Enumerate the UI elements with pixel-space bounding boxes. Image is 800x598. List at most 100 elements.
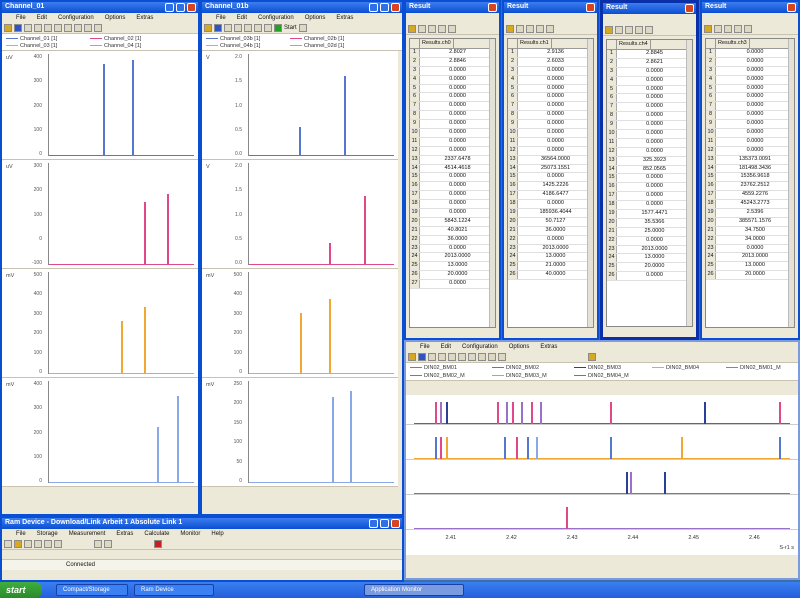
result-grid-window[interactable]: Result Results.ch0 1 2.8027 2 2.8846 3 0.0000 4 0… [404, 0, 501, 340]
table-row[interactable]: 27 0.0000 [410, 280, 495, 290]
table-row[interactable]: 12 0.0000 [508, 146, 593, 156]
table-row[interactable]: 16 0.0000 [410, 182, 495, 192]
menu-monitor[interactable]: Monitor [180, 531, 200, 537]
table-row[interactable]: 2 2.8621 [607, 58, 692, 68]
menu-edit[interactable]: Edit [37, 15, 47, 21]
table-row[interactable]: 15 0.0000 [607, 174, 692, 184]
save-icon[interactable] [714, 24, 722, 33]
save-icon[interactable] [214, 23, 222, 32]
table-row[interactable]: 14 852.0565 [607, 165, 692, 175]
maximize-button[interactable] [380, 3, 389, 12]
table-row[interactable]: 9 0.0000 [508, 120, 593, 130]
open-icon[interactable] [14, 539, 22, 548]
play-icon[interactable] [274, 23, 282, 32]
print-icon[interactable] [635, 25, 643, 34]
data-grid[interactable]: Results.ch0 1 2.8027 2 2.8846 3 0.0000 4 0.0000 5… [409, 38, 496, 328]
table-row[interactable]: 12 0.0000 [607, 147, 692, 157]
table-row[interactable]: 11 0.0000 [706, 137, 794, 147]
table-row[interactable]: 8 0.0000 [410, 111, 495, 121]
table-row[interactable]: 14 4514.4618 [410, 164, 495, 174]
menu-options[interactable]: Options [509, 344, 530, 350]
table-row[interactable]: 5 0.0000 [410, 84, 495, 94]
table-row[interactable]: 19 185936.4044 [508, 209, 593, 218]
result-grid-window[interactable]: Result Results.ch3 1 0.0000 2 0.0000 3 0.0000 4 0… [700, 0, 800, 340]
menu-configuration[interactable]: Configuration [258, 15, 294, 21]
table-row[interactable]: 23 0.0000 [410, 244, 495, 254]
table-row[interactable]: 5 0.0000 [706, 84, 794, 94]
undo-icon[interactable] [34, 539, 42, 548]
undo-icon[interactable] [546, 24, 554, 33]
title-bar[interactable]: Channel_01 [2, 2, 198, 13]
table-row[interactable]: 24 13.0000 [607, 254, 692, 264]
open-icon[interactable] [4, 23, 12, 32]
pause-icon[interactable] [104, 539, 112, 548]
table-row[interactable]: 12 0.0000 [706, 146, 794, 156]
timing-window[interactable]: File Edit Configuration Options Extras DIN02… [404, 340, 800, 580]
print-icon[interactable] [438, 24, 446, 33]
cursor-icon[interactable] [44, 23, 52, 32]
table-row[interactable]: 2 2.8846 [410, 57, 495, 67]
menu-file[interactable]: File [16, 531, 26, 537]
table-row[interactable]: 16 23762.2512 [706, 182, 794, 192]
table-row[interactable]: 16 1425.2226 [508, 182, 593, 192]
save-icon[interactable] [418, 352, 426, 361]
table-row[interactable]: 20 5843.1224 [410, 217, 495, 227]
data-grid[interactable]: Results.ch4 1 2.8845 2 2.8621 3 0.0000 4 0.0000 5… [606, 39, 693, 327]
channel-plot[interactable]: uV 400 300 200 100 0 [2, 51, 198, 160]
close-button[interactable] [685, 4, 694, 13]
table-row[interactable]: 14 181498.3436 [706, 164, 794, 174]
table-row[interactable]: 12 0.0000 [410, 146, 495, 156]
table-row[interactable]: 26 20.0000 [410, 271, 495, 281]
close-button[interactable] [488, 3, 497, 12]
table-row[interactable]: 3 0.0000 [607, 67, 692, 77]
save-icon[interactable] [615, 25, 623, 34]
table-row[interactable]: 6 0.0000 [706, 93, 794, 103]
settings-icon[interactable] [54, 539, 62, 548]
table-row[interactable]: 24 2013.0000 [706, 253, 794, 263]
save-icon[interactable] [14, 23, 22, 32]
table-row[interactable]: 18 45243.2773 [706, 200, 794, 210]
table-row[interactable]: 25 13.0000 [706, 262, 794, 272]
table-row[interactable]: 8 0.0000 [706, 111, 794, 121]
undo-icon[interactable] [64, 23, 72, 32]
zoom-out-icon[interactable] [234, 23, 242, 32]
table-row[interactable]: 16 0.0000 [607, 183, 692, 193]
settings-icon[interactable] [498, 352, 506, 361]
save-icon[interactable] [418, 24, 426, 33]
table-row[interactable]: 7 0.0000 [410, 102, 495, 112]
close-button[interactable] [187, 3, 196, 12]
table-row[interactable]: 26 0.0000 [607, 272, 692, 282]
copy-icon[interactable] [488, 352, 496, 361]
settings-icon[interactable] [94, 23, 102, 32]
zoom-in-icon[interactable] [24, 23, 32, 32]
table-row[interactable]: 10 0.0000 [706, 129, 794, 138]
undo-icon[interactable] [744, 24, 752, 33]
table-row[interactable]: 3 0.0000 [508, 66, 593, 76]
table-row[interactable]: 11 0.0000 [410, 137, 495, 147]
title-bar[interactable]: Result [504, 2, 597, 13]
table-row[interactable]: 5 0.0000 [508, 84, 593, 94]
table-row[interactable]: 13 36564.0000 [508, 155, 593, 165]
channel-plot[interactable]: mV 250 200 150 100 50 0 [202, 378, 398, 487]
menu-options[interactable]: Options [305, 15, 326, 21]
table-row[interactable]: 3 0.0000 [410, 66, 495, 76]
channel-plot[interactable]: V 2.0 1.5 1.0 0.5 0.0 [202, 160, 398, 269]
copy-icon[interactable] [428, 24, 436, 33]
menu-edit[interactable]: Edit [441, 344, 451, 350]
grid-header[interactable]: Results.ch3 [706, 39, 794, 49]
save-icon[interactable] [516, 24, 524, 33]
new-icon[interactable] [4, 539, 12, 548]
table-row[interactable]: 15 15356.9618 [706, 173, 794, 183]
close-button[interactable] [586, 3, 595, 12]
pan-icon[interactable] [458, 352, 466, 361]
table-row[interactable]: 17 0.0000 [410, 191, 495, 201]
table-row[interactable]: 10 0.0000 [607, 130, 692, 139]
table-row[interactable]: 21 25.0000 [607, 227, 692, 237]
maximize-button[interactable] [380, 519, 389, 528]
cursor-icon[interactable] [244, 23, 252, 32]
table-row[interactable]: 4 0.0000 [706, 75, 794, 85]
print-icon[interactable] [264, 23, 272, 32]
table-row[interactable]: 25 21.0000 [508, 262, 593, 272]
menu-configuration[interactable]: Configuration [462, 344, 498, 350]
table-row[interactable]: 9 0.0000 [607, 121, 692, 131]
